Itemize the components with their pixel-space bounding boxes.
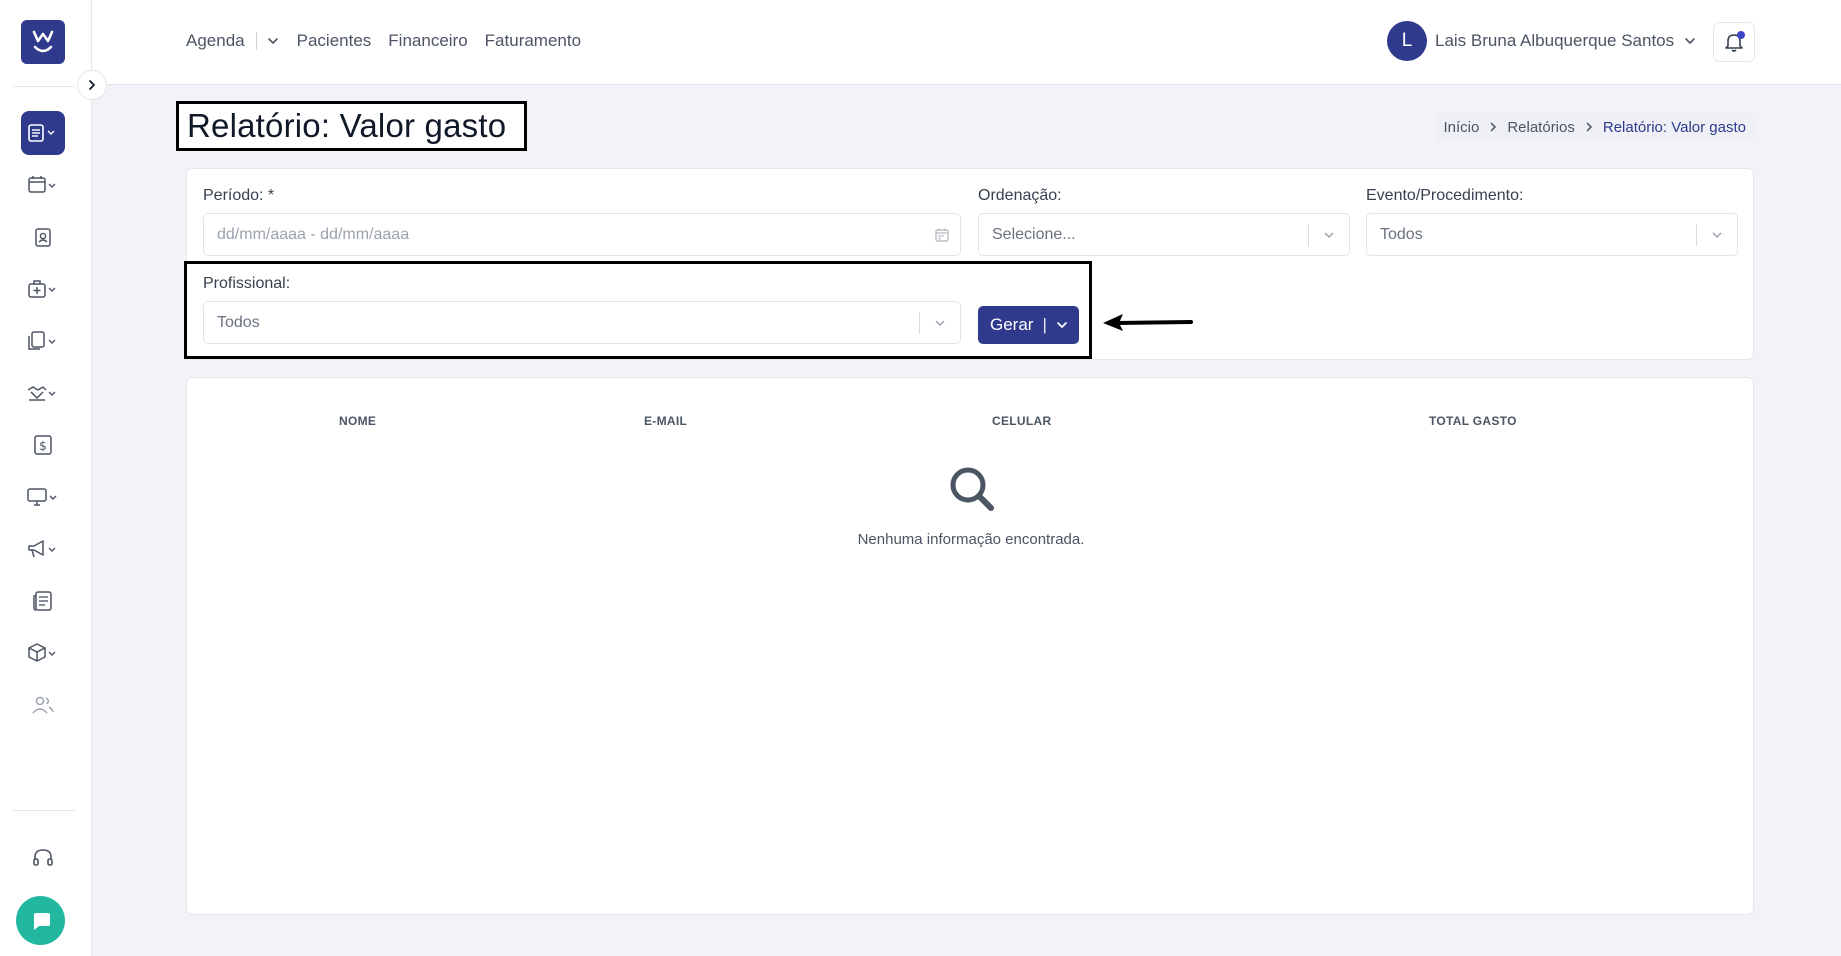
sidebar-item-calendar[interactable] xyxy=(21,163,65,207)
title-annotation-box: Relatório: Valor gasto xyxy=(176,101,527,151)
chat-bubble-icon xyxy=(33,912,50,930)
dollar-document-icon: $ xyxy=(34,435,52,455)
periodo-field[interactable] xyxy=(203,213,961,256)
evento-chevron xyxy=(1710,228,1724,242)
sidebar-item-marketing[interactable] xyxy=(21,527,65,571)
chevron-right-icon xyxy=(89,80,95,90)
chevron-down-icon xyxy=(1324,232,1334,239)
gerar-divider: | xyxy=(1042,315,1047,334)
chevron-down-icon xyxy=(1712,232,1722,239)
report-list-icon xyxy=(28,124,55,142)
search-icon xyxy=(950,467,994,511)
evento-select[interactable]: Todos xyxy=(1366,213,1738,256)
gerar-button[interactable]: Gerar | xyxy=(978,306,1079,344)
nav-pacientes[interactable]: Pacientes xyxy=(297,31,372,51)
sidebar-divider xyxy=(13,86,75,87)
sidebar-item-documents[interactable] xyxy=(21,319,65,363)
annotation-arrow-icon xyxy=(1103,314,1193,331)
calendar-icon xyxy=(935,228,949,242)
sidebar-item-users[interactable] xyxy=(21,683,65,727)
results-card: NOME E-MAIL CELULAR TOTAL GASTO Nenhuma … xyxy=(186,377,1754,915)
breadcrumb: Início Relatórios Relatório: Valor gasto xyxy=(1435,112,1754,142)
profissional-annotation-box xyxy=(184,261,1092,359)
headset-icon xyxy=(33,849,53,866)
handshake-icon xyxy=(27,386,56,401)
sidebar-item-handshake[interactable] xyxy=(21,371,65,415)
ordenacao-label: Ordenação: xyxy=(978,187,1062,204)
user-menu[interactable]: L Lais Bruna Albuquerque Santos xyxy=(1387,21,1696,61)
gerar-label: Gerar xyxy=(990,315,1034,334)
app-logo[interactable] xyxy=(21,20,65,64)
users-icon xyxy=(32,696,54,714)
sidebar-item-medical-kit[interactable] xyxy=(21,267,65,311)
column-header-total-gasto[interactable]: TOTAL GASTO xyxy=(1429,414,1517,428)
ordenacao-value: Selecione... xyxy=(992,225,1076,243)
breadcrumb-separator xyxy=(1489,122,1497,132)
sidebar-collapse-button[interactable] xyxy=(77,70,107,100)
nav-faturamento[interactable]: Faturamento xyxy=(485,31,581,51)
sidebar-item-news[interactable] xyxy=(21,579,65,623)
nav-separator xyxy=(255,32,257,50)
chevron-down-icon xyxy=(1685,38,1695,45)
sidebar-divider xyxy=(13,810,75,811)
notifications-button[interactable] xyxy=(1713,22,1755,62)
notification-dot xyxy=(1737,31,1745,39)
periodo-input[interactable] xyxy=(217,225,886,244)
logo-icon xyxy=(32,30,54,53)
chevron-down-icon xyxy=(267,38,278,45)
breadcrumb-separator xyxy=(1585,122,1593,132)
breadcrumb-inicio[interactable]: Início xyxy=(1443,119,1479,136)
sidebar-item-finance[interactable]: $ xyxy=(21,423,65,467)
id-badge-icon xyxy=(35,228,51,247)
documents-icon xyxy=(28,331,56,350)
megaphone-icon xyxy=(28,540,56,558)
select-separator xyxy=(1696,224,1697,246)
medical-bag-icon xyxy=(28,280,56,298)
chat-button[interactable] xyxy=(16,896,65,945)
ordenacao-chevron xyxy=(1322,228,1336,242)
svg-text:$: $ xyxy=(39,439,47,453)
nav-agenda[interactable]: Agenda xyxy=(186,31,245,51)
evento-value: Todos xyxy=(1380,225,1423,243)
chevron-right-icon xyxy=(1490,122,1497,132)
column-header-celular[interactable]: CELULAR xyxy=(992,414,1051,428)
chevron-down-icon xyxy=(1057,322,1067,329)
top-nav: Agenda Pacientes Financeiro Faturamento xyxy=(186,31,598,51)
user-menu-chevron xyxy=(1684,35,1696,47)
column-header-nome[interactable]: NOME xyxy=(339,414,376,428)
sidebar: $ xyxy=(0,0,92,956)
sidebar-item-support[interactable] xyxy=(21,836,65,880)
calendar-icon-wrap xyxy=(934,227,950,243)
breadcrumb-current: Relatório: Valor gasto xyxy=(1602,118,1746,136)
nav-financeiro[interactable]: Financeiro xyxy=(388,31,467,51)
page-title: Relatório: Valor gasto xyxy=(187,107,507,144)
sidebar-item-patient-card[interactable] xyxy=(21,215,65,259)
calendar-icon xyxy=(28,176,56,193)
avatar: L xyxy=(1387,21,1427,61)
evento-label: Evento/Procedimento: xyxy=(1366,187,1524,204)
periodo-label: Período: * xyxy=(203,187,275,204)
newspaper-icon xyxy=(33,591,52,611)
box-icon xyxy=(28,643,56,662)
chevron-right-icon xyxy=(1586,122,1592,132)
breadcrumb-relatorios[interactable]: Relatórios xyxy=(1507,119,1575,136)
ordenacao-select[interactable]: Selecione... xyxy=(978,213,1350,256)
sidebar-item-monitor[interactable] xyxy=(21,475,65,519)
sidebar-item-reports[interactable] xyxy=(21,111,65,155)
topbar: Agenda Pacientes Financeiro Faturamento … xyxy=(92,0,1841,85)
empty-state-message: Nenhuma informação encontrada. xyxy=(857,531,1085,548)
column-header-email[interactable]: E-MAIL xyxy=(644,414,687,428)
monitor-icon xyxy=(27,488,57,506)
select-separator xyxy=(1308,224,1309,246)
sidebar-item-inventory[interactable] xyxy=(21,631,65,675)
agenda-dropdown-toggle[interactable] xyxy=(267,35,279,47)
user-name: Lais Bruna Albuquerque Santos xyxy=(1435,31,1675,50)
